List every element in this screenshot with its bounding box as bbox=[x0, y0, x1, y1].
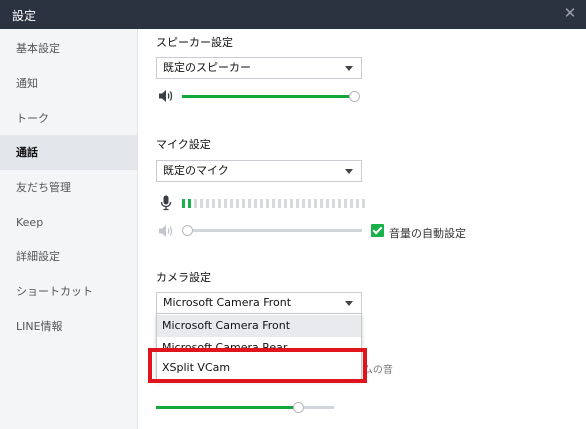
sidebar-item-notifications[interactable]: 通知 bbox=[0, 66, 137, 101]
sidebar-item-chats[interactable]: トーク bbox=[0, 101, 137, 136]
mic-select[interactable]: 既定のマイク bbox=[156, 160, 362, 182]
mic-level-bar bbox=[260, 199, 263, 208]
camera-select[interactable]: Microsoft Camera Front bbox=[156, 292, 362, 314]
sidebar-item-label: 通知 bbox=[16, 77, 38, 90]
camera-section-title: カメラ設定 bbox=[156, 271, 211, 284]
mic-level-bar bbox=[302, 199, 305, 208]
auto-volume-checkbox[interactable] bbox=[371, 224, 384, 237]
chevron-down-icon bbox=[345, 169, 353, 174]
mic-level-bar bbox=[212, 199, 215, 208]
camera-slider[interactable] bbox=[156, 406, 334, 409]
speaker-volume-knob[interactable] bbox=[349, 91, 360, 102]
auto-volume-label: 音量の自動設定 bbox=[389, 227, 466, 240]
mic-level-bar bbox=[326, 199, 329, 208]
highlight-box bbox=[148, 348, 367, 383]
window-title: 設定 bbox=[12, 9, 37, 23]
mic-level-bar bbox=[356, 199, 359, 208]
mic-level-bar bbox=[230, 199, 233, 208]
sidebar-item-line-info[interactable]: LINE情報 bbox=[0, 309, 137, 344]
mic-level-bar bbox=[338, 199, 341, 208]
speaker-volume-slider[interactable] bbox=[182, 95, 354, 98]
mic-level-bar bbox=[194, 199, 197, 208]
mic-level-bar bbox=[242, 199, 245, 208]
mic-level-bar bbox=[206, 199, 209, 208]
speaker-select-value: 既定のスピーカー bbox=[163, 61, 251, 74]
sidebar-item-label: 友だち管理 bbox=[16, 181, 71, 194]
mic-level-bar bbox=[218, 199, 221, 208]
speaker-select[interactable]: 既定のスピーカー bbox=[156, 57, 362, 79]
camera-slider-fill bbox=[156, 406, 299, 409]
mic-level-bar bbox=[362, 199, 365, 208]
mic-level-bar bbox=[308, 199, 311, 208]
speaker-volume-icon bbox=[159, 90, 173, 102]
mic-level-bar bbox=[314, 199, 317, 208]
title-bar: 設定 ✕ bbox=[0, 0, 586, 29]
mic-level-bar bbox=[266, 199, 269, 208]
camera-option-front[interactable]: Microsoft Camera Front bbox=[157, 315, 361, 337]
mic-level-bar bbox=[248, 199, 251, 208]
sidebar-item-advanced[interactable]: 詳細設定 bbox=[0, 239, 137, 274]
mic-volume-icon bbox=[159, 225, 173, 237]
chevron-down-icon bbox=[345, 301, 353, 306]
mic-level-bar bbox=[224, 199, 227, 208]
chevron-down-icon bbox=[345, 66, 353, 71]
camera-select-value: Microsoft Camera Front bbox=[163, 296, 292, 309]
microphone-icon bbox=[160, 195, 172, 211]
sidebar-item-label: ショートカット bbox=[16, 285, 93, 298]
speaker-section-title: スピーカー設定 bbox=[156, 36, 233, 49]
sidebar-item-label: 通話 bbox=[16, 146, 38, 159]
sidebar-item-label: 基本設定 bbox=[16, 42, 60, 55]
call-settings-panel: スピーカー設定 既定のスピーカー マイク設定 既定のマイク 音量の自動設定 カメ… bbox=[138, 29, 586, 429]
sidebar-item-friends[interactable]: 友だち管理 bbox=[0, 170, 137, 205]
sidebar-item-label: Keep bbox=[16, 216, 44, 229]
sidebar-item-label: トーク bbox=[16, 112, 49, 125]
mic-level-bar bbox=[296, 199, 299, 208]
close-icon[interactable]: ✕ bbox=[562, 5, 578, 21]
mic-level-bar bbox=[182, 199, 185, 208]
camera-slider-knob[interactable] bbox=[293, 402, 305, 413]
mic-level-bar bbox=[200, 199, 203, 208]
mic-level-bar bbox=[320, 199, 323, 208]
mic-level-bar bbox=[188, 199, 191, 208]
mic-level-bar bbox=[278, 199, 281, 208]
sidebar-item-keep[interactable]: Keep bbox=[0, 205, 137, 240]
mic-level-bar bbox=[350, 199, 353, 208]
mic-level-bar bbox=[284, 199, 287, 208]
mic-level-bar bbox=[254, 199, 257, 208]
sidebar-item-basic[interactable]: 基本設定 bbox=[0, 31, 137, 66]
sidebar-item-label: LINE情報 bbox=[16, 320, 63, 333]
sidebar: 基本設定 通知 トーク 通話 友だち管理 Keep 詳細設定 ショートカット L… bbox=[0, 29, 138, 429]
sidebar-item-calls[interactable]: 通話 bbox=[0, 135, 137, 170]
mic-level-bar bbox=[236, 199, 239, 208]
mic-level-bar bbox=[332, 199, 335, 208]
mic-section-title: マイク設定 bbox=[156, 138, 211, 151]
speaker-volume-fill bbox=[182, 95, 354, 98]
mic-input-level-meter bbox=[182, 199, 365, 209]
sidebar-item-shortcuts[interactable]: ショートカット bbox=[0, 274, 137, 309]
mic-level-bar bbox=[272, 199, 275, 208]
mic-select-value: 既定のマイク bbox=[163, 164, 229, 177]
mic-level-bar bbox=[344, 199, 347, 208]
sidebar-item-label: 詳細設定 bbox=[16, 250, 60, 263]
mic-volume-slider[interactable] bbox=[187, 229, 362, 232]
mic-level-bar bbox=[290, 199, 293, 208]
mic-volume-knob[interactable] bbox=[182, 225, 193, 236]
